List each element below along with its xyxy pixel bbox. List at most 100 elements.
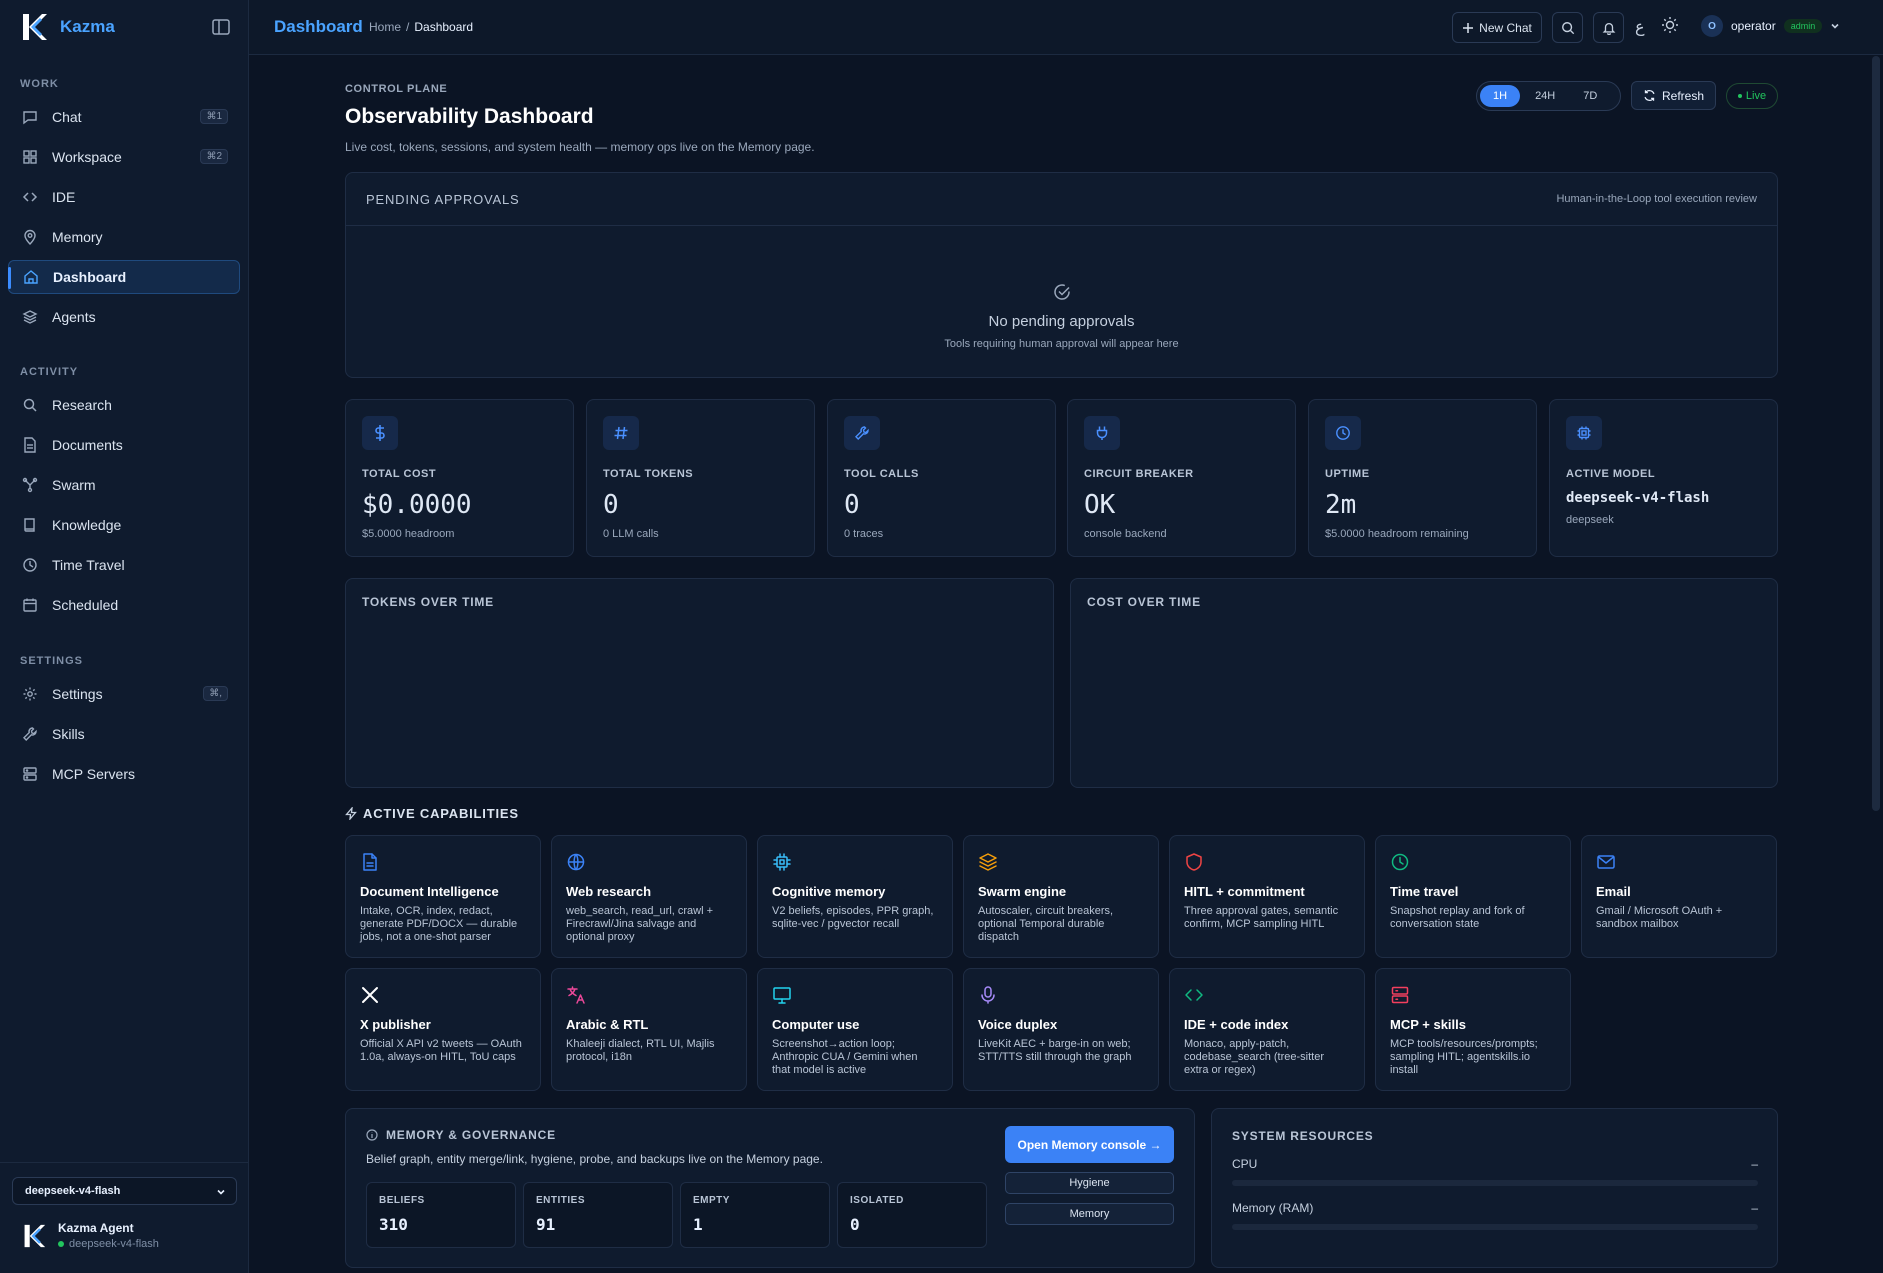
capability-card[interactable]: Swarm engine Autoscaler, circuit breakers… (963, 835, 1159, 958)
capability-card[interactable]: Time travel Snapshot replay and fork of c… (1375, 835, 1571, 958)
sidebar-toggle-icon[interactable] (212, 19, 230, 35)
new-chat-button[interactable]: New Chat (1452, 12, 1542, 43)
cpu-label: CPU (1232, 1157, 1258, 1171)
stat-sub: console backend (1084, 528, 1167, 540)
sidebar-item-knowledge[interactable]: Knowledge (8, 508, 240, 542)
approvals-title: PENDING APPROVALS (366, 191, 520, 207)
search-button[interactable] (1552, 12, 1583, 43)
stat-uptime: UPTIME 2m $5.0000 headroom remaining (1308, 399, 1537, 557)
agent-card[interactable]: Kazma Agent deepseek-v4-flash (22, 1221, 159, 1250)
governance-heading: MEMORY & GOVERNANCE (366, 1128, 556, 1142)
main-scrollbar[interactable] (1872, 56, 1880, 811)
capability-card[interactable]: Arabic & RTL Khaleeji dialect, RTL UI, Ma… (551, 968, 747, 1091)
sidebar-item-memory[interactable]: Memory (8, 220, 240, 254)
stat-sub: 0 LLM calls (603, 528, 659, 540)
sidebar-item-label: Settings (52, 686, 103, 702)
capability-title: Web research (566, 884, 652, 899)
sidebar-item-mcp-servers[interactable]: MCP Servers (8, 757, 240, 791)
gov-stat-beliefs: BELIEFS 310 (366, 1182, 516, 1248)
user-menu[interactable]: O operator admin (1701, 15, 1840, 37)
agent-model: deepseek-v4-flash (58, 1238, 159, 1250)
globe-icon (567, 853, 585, 871)
capability-description: Screenshot→action loop; Anthropic CUA / … (772, 1038, 918, 1076)
stat-label: UPTIME (1325, 468, 1370, 480)
open-memory-console-button[interactable]: Open Memory console → (1005, 1126, 1174, 1163)
sidebar-item-time-travel[interactable]: Time Travel (8, 548, 240, 582)
chevron-down-icon (217, 1189, 225, 1195)
clock-icon (1325, 416, 1361, 450)
capability-description: Intake, OCR, index, redact, generate PDF… (360, 905, 518, 943)
range-24h-button[interactable]: 24H (1522, 85, 1568, 107)
language-toggle[interactable]: ع (1635, 17, 1645, 37)
sidebar-item-chat[interactable]: Chat ⌘1 (8, 100, 240, 134)
agent-model-label: deepseek-v4-flash (69, 1238, 159, 1250)
sidebar-item-swarm[interactable]: Swarm (8, 468, 240, 502)
model-select[interactable]: deepseek-v4-flash (12, 1177, 237, 1205)
chevron-down-icon (1831, 23, 1839, 29)
chart-title: COST OVER TIME (1087, 595, 1201, 609)
capability-card[interactable]: Voice duplex LiveKit AEC + barge-in on we… (963, 968, 1159, 1091)
clock-icon (23, 558, 37, 572)
sidebar-item-settings[interactable]: Settings ⌘, (8, 677, 240, 711)
capability-card[interactable]: Document Intelligence Intake, OCR, index,… (345, 835, 541, 958)
range-1h-button[interactable]: 1H (1480, 85, 1521, 107)
capability-card[interactable]: IDE + code index Monaco, apply-patch, cod… (1169, 968, 1365, 1091)
sidebar-item-skills[interactable]: Skills (8, 717, 240, 751)
capability-title: Document Intelligence (360, 884, 499, 899)
capability-description: web_search, read_url, crawl + Firecrawl/… (566, 905, 714, 943)
wrench-icon (844, 416, 880, 450)
sidebar-item-research[interactable]: Research (8, 388, 240, 422)
gov-stat-isolated: ISOLATED 0 (837, 1182, 987, 1248)
sidebar-item-documents[interactable]: Documents (8, 428, 240, 462)
hygiene-button[interactable]: Hygiene (1005, 1172, 1174, 1194)
sidebar-item-scheduled[interactable]: Scheduled (8, 588, 240, 622)
cpu-progress-bar (1232, 1180, 1758, 1186)
cpu-icon (773, 853, 791, 871)
capability-description: Three approval gates, semantic confirm, … (1184, 905, 1339, 930)
stat-total-tokens: TOTAL TOKENS 0 0 LLM calls (586, 399, 815, 557)
range-7d-button[interactable]: 7D (1570, 85, 1610, 107)
capability-card[interactable]: Cognitive memory V2 beliefs, episodes, PP… (757, 835, 953, 958)
capability-description: Snapshot replay and fork of conversation… (1390, 905, 1525, 930)
section-eyebrow: CONTROL PLANE (345, 83, 448, 95)
stat-value: $0.0000 (362, 490, 472, 520)
capability-card[interactable]: Computer use Screenshot→action loop; Anth… (757, 968, 953, 1091)
sidebar-item-label: Dashboard (53, 269, 127, 285)
sun-icon[interactable] (1661, 16, 1679, 34)
sidebar-item-dashboard[interactable]: Dashboard (8, 260, 240, 294)
server-icon (1391, 986, 1409, 1004)
sidebar-item-agents[interactable]: Agents (8, 300, 240, 334)
sidebar-item-label: Research (52, 397, 112, 413)
capability-card[interactable]: HITL + commitment Three approval gates, s… (1169, 835, 1365, 958)
capability-card[interactable]: Web research web_search, read_url, crawl … (551, 835, 747, 958)
brand-name: Kazma (60, 17, 115, 36)
capability-title: Cognitive memory (772, 884, 886, 899)
memory-button[interactable]: Memory (1005, 1203, 1174, 1225)
search-icon (1561, 21, 1574, 34)
wrench-icon (23, 727, 37, 741)
brand[interactable]: Kazma (20, 12, 115, 42)
dashboard-title: Observability Dashboard (345, 105, 594, 128)
gov-stat-label: EMPTY (693, 1195, 730, 1206)
shield-icon (1186, 853, 1202, 871)
capability-card[interactable]: X publisher Official X API v2 tweets — OA… (345, 968, 541, 1091)
gov-stat-value: 0 (850, 1215, 860, 1234)
refresh-button[interactable]: Refresh (1631, 81, 1716, 110)
code-icon (22, 192, 38, 202)
plus-icon (1463, 22, 1474, 33)
hash-icon (603, 416, 639, 450)
notifications-button[interactable] (1593, 12, 1624, 43)
capability-card[interactable]: MCP + skills MCP tools/resources/prompts;… (1375, 968, 1571, 1091)
sidebar-item-label: Memory (52, 229, 103, 245)
layers-icon (979, 853, 997, 871)
agent-logo-icon (24, 1224, 46, 1247)
sidebar-footer: deepseek-v4-flash Kazma Agent deepseek-v… (0, 1162, 249, 1273)
breadcrumb-home[interactable]: Home (369, 20, 401, 34)
gov-stat-label: ISOLATED (850, 1195, 904, 1206)
capability-card[interactable]: Email Gmail / Microsoft OAuth + sandbox m… (1581, 835, 1777, 958)
capability-description: V2 beliefs, episodes, PPR graph, sqlite-… (772, 905, 934, 930)
search-icon (23, 398, 37, 412)
stat-label: TOTAL COST (362, 468, 437, 480)
sidebar-item-ide[interactable]: IDE (8, 180, 240, 214)
sidebar-item-workspace[interactable]: Workspace ⌘2 (8, 140, 240, 174)
